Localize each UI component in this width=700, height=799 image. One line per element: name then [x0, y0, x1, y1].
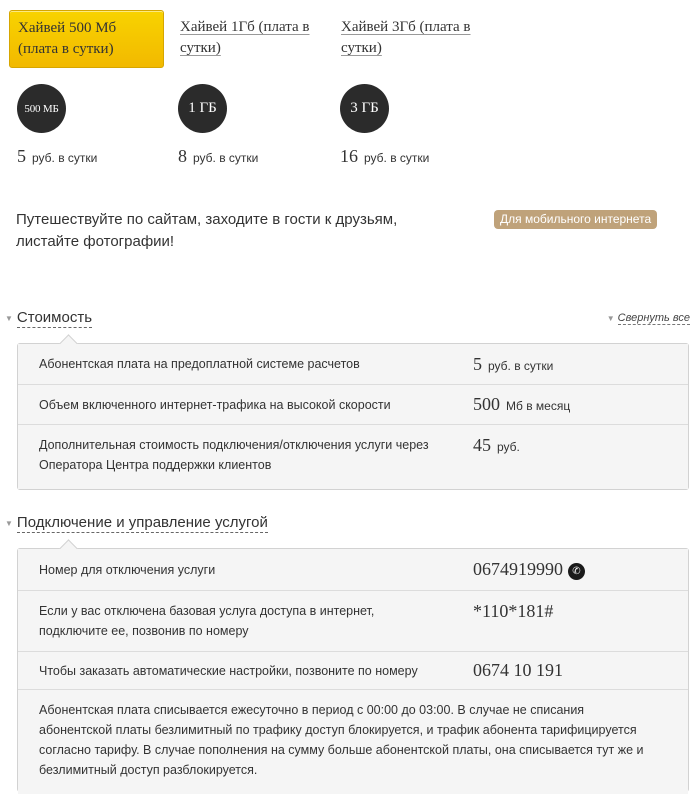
- tab-label-line2[interactable]: сутки): [180, 40, 221, 56]
- row-label-line: Оператора Центра поддержки клиентов: [39, 458, 272, 472]
- row-label-line: Дополнительная стоимость подключения/отк…: [39, 438, 429, 452]
- plan-volume-badge: 500 МБ: [17, 84, 66, 133]
- row-label-line: Если у вас отключена базовая услуга дост…: [39, 604, 375, 618]
- row-label: Если у вас отключена базовая услуга дост…: [18, 601, 473, 641]
- collapse-all-link[interactable]: ▼ Свернуть все: [606, 312, 690, 325]
- row-value: 5 руб. в сутки: [473, 354, 553, 375]
- row-value-unit: Мб в месяц: [506, 399, 571, 413]
- plan-price: 8 руб. в сутки: [178, 146, 258, 167]
- plan-price-unit: руб. в сутки: [193, 151, 259, 165]
- plan-price: 16 руб. в сутки: [340, 146, 429, 167]
- tab-label-line2[interactable]: сутки): [341, 40, 382, 56]
- row-value-unit: руб. в сутки: [488, 358, 554, 373]
- row-label: Дополнительная стоимость подключения/отк…: [18, 435, 473, 475]
- row-value: 0674919990 ✆: [473, 559, 585, 580]
- table-row: Объем включенного интернет-трафика на вы…: [18, 385, 688, 425]
- plan-price-unit: руб. в сутки: [32, 151, 98, 165]
- plan-price-unit: руб. в сутки: [364, 151, 430, 165]
- tab-highway-3gb[interactable]: Хайвей 3Гб (плата в сутки): [333, 10, 503, 68]
- note-line: согласно тарифу. В случае пополнения на …: [39, 743, 644, 757]
- table-row: Дополнительная стоимость подключения/отк…: [18, 425, 688, 489]
- ussd-code: *110*181#: [473, 601, 554, 621]
- table-row: Чтобы заказать автоматические настройки,…: [18, 652, 688, 690]
- collapse-triangle-icon: ▼: [5, 519, 13, 528]
- note-line: безлимитный доступ разблокируется.: [39, 763, 258, 777]
- row-label: Объем включенного интернет-трафика на вы…: [39, 397, 391, 412]
- description-line: Путешествуйте по сайтам, заходите в гост…: [16, 211, 398, 228]
- disconnect-phone-number: 0674919990: [473, 559, 563, 579]
- row-label-line: подключите ее, позвонив по номеру: [39, 624, 249, 638]
- tab-highway-1gb[interactable]: Хайвей 1Гб (плата в сутки): [172, 10, 332, 68]
- tab-label-line1[interactable]: Хайвей 1Гб (плата в: [180, 19, 310, 35]
- tab-label-line2: (плата в сутки): [18, 41, 114, 57]
- cost-panel: Абонентская плата на предоплатной систем…: [17, 343, 689, 490]
- note-line: Абонентская плата списывается ежесуточно…: [39, 703, 585, 717]
- plan-description: Путешествуйте по сайтам, заходите в гост…: [16, 209, 436, 253]
- collapse-all-label[interactable]: Свернуть все: [617, 312, 690, 325]
- description-line: листайте фотографии!: [16, 233, 175, 250]
- category-badge: Для мобильного интернета: [494, 210, 658, 229]
- cost-section-toggle[interactable]: ▼ Стоимость: [5, 309, 93, 328]
- connect-section-toggle[interactable]: ▼ Подключение и управление услугой: [5, 514, 268, 533]
- connect-panel: Номер для отключения услуги 0674919990 ✆ …: [17, 548, 689, 794]
- plan-volume-badge: 1 ГБ: [178, 84, 227, 133]
- tab-label-line1[interactable]: Хайвей 3Гб (плата в: [341, 19, 471, 35]
- plan-price-value: 8: [178, 146, 187, 166]
- table-row: Номер для отключения услуги 0674919990 ✆: [18, 549, 688, 591]
- plan-price: 5 руб. в сутки: [17, 146, 97, 167]
- plan-price-value: 16: [340, 146, 358, 166]
- row-value: 0674 10 191: [473, 660, 563, 681]
- row-label: Номер для отключения услуги: [39, 562, 216, 577]
- billing-note: Абонентская плата списывается ежесуточно…: [18, 690, 688, 794]
- tariff-tabs: Хайвей 500 Мб (плата в сутки) Хайвей 1Гб…: [9, 10, 699, 70]
- plan-volume-badge: 3 ГБ: [340, 84, 389, 133]
- section-title[interactable]: Подключение и управление услугой: [16, 514, 268, 533]
- tab-highway-500mb[interactable]: Хайвей 500 Мб (плата в сутки): [9, 10, 164, 68]
- note-line: абонентской платы безлимитный по трафику…: [39, 723, 637, 737]
- collapse-triangle-icon: ▼: [5, 314, 13, 323]
- table-row: Если у вас отключена базовая услуга дост…: [18, 591, 688, 652]
- row-label: Чтобы заказать автоматические настройки,…: [39, 663, 418, 678]
- row-value: *110*181#: [473, 601, 553, 622]
- row-value-number: 500: [473, 394, 500, 414]
- settings-phone-number: 0674 10 191: [473, 660, 563, 680]
- collapse-triangle-icon: ▼: [606, 314, 615, 323]
- row-value-number: 5: [473, 353, 482, 374]
- row-value: 45 руб.: [473, 435, 520, 456]
- row-value-unit: руб.: [497, 440, 520, 454]
- plan-price-value: 5: [17, 146, 26, 166]
- phone-icon[interactable]: ✆: [568, 563, 585, 580]
- row-label: Абонентская плата на предоплатной систем…: [39, 357, 360, 371]
- table-row: Абонентская плата на предоплатной систем…: [18, 344, 688, 385]
- section-title[interactable]: Стоимость: [16, 309, 93, 328]
- row-value: 500 Мб в месяц: [473, 394, 570, 415]
- tab-label-line1: Хайвей 500 Мб: [18, 20, 117, 36]
- row-value-number: 45: [473, 435, 491, 455]
